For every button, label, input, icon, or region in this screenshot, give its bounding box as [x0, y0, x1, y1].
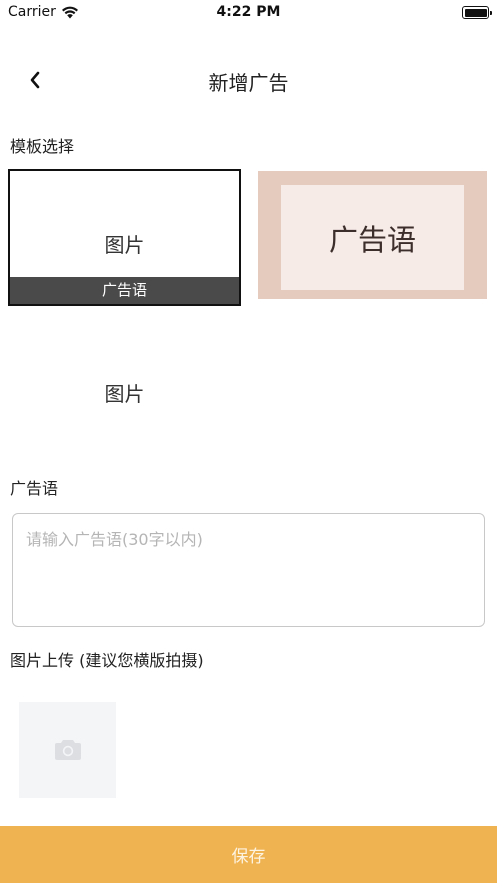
page-title: 新增广告: [208, 71, 289, 95]
save-button[interactable]: 保存: [0, 826, 497, 883]
upload-section-label: 图片上传 (建议您横版拍摄): [10, 651, 204, 670]
template-section-label: 模板选择: [10, 137, 75, 156]
template-option-2[interactable]: 广告语: [258, 171, 487, 299]
status-bar: Carrier 4:22 PM: [0, 0, 497, 26]
template-option-1[interactable]: 图片 广告语: [8, 169, 241, 306]
battery-icon: [462, 6, 492, 19]
status-time: 4:22 PM: [216, 4, 281, 20]
template-2-text: 广告语: [281, 185, 464, 290]
ad-text-label: 广告语: [10, 479, 59, 498]
ad-text-input[interactable]: [12, 513, 485, 627]
camera-icon: [54, 740, 81, 760]
template-3-image-text: 图片: [104, 382, 145, 406]
nav-bar: 新增广告: [0, 55, 497, 105]
template-1-image-text: 图片: [104, 233, 145, 257]
image-upload-button[interactable]: [19, 702, 116, 798]
template-option-3[interactable]: 图片: [8, 330, 241, 455]
template-1-caption: 广告语: [10, 277, 239, 304]
